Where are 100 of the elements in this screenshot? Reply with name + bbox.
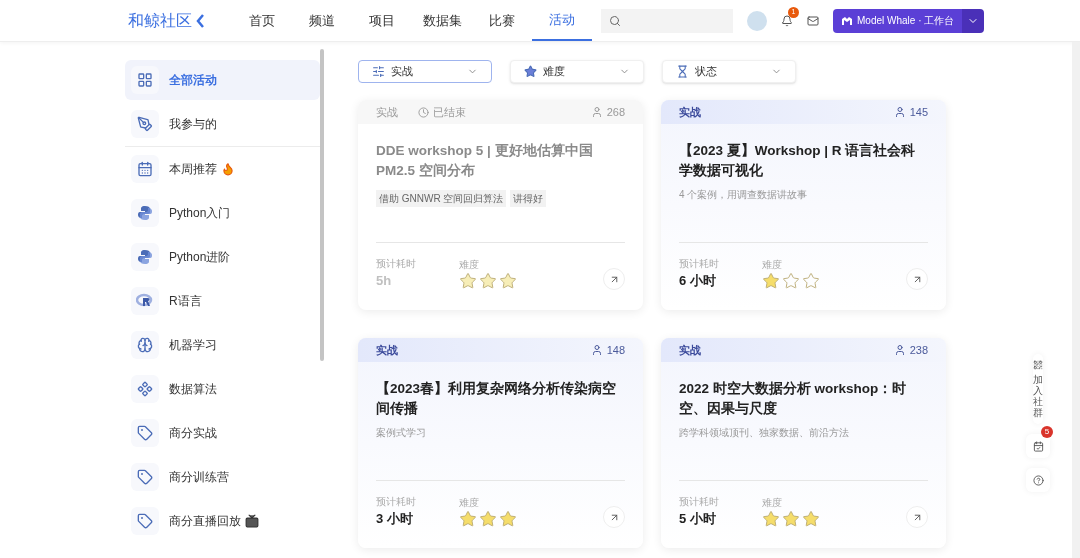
time-label: 预计耗时 [679, 256, 720, 271]
grid-icon [137, 72, 153, 88]
calendar-icon[interactable] [1032, 440, 1044, 452]
workbench-dropdown-button[interactable] [962, 8, 985, 33]
category-tag: 实战 [376, 341, 398, 359]
fire-icon [221, 162, 235, 176]
topic-tag: 讲得好 [510, 190, 547, 207]
star-icon [762, 510, 780, 528]
activity-card[interactable]: 实战 145 【2023 夏】Workshop | R 语言社会科学数据可视化 4 个案例，用调查数据讲故事 预计耗时 6 小时 难度 [661, 100, 946, 310]
site-logo[interactable]: 和鲸社区 [128, 8, 192, 33]
nav-tab[interactable]: 比赛 [472, 0, 532, 41]
open-button[interactable] [603, 506, 625, 528]
workbench-button[interactable]: Model Whale · 工作台 [833, 8, 963, 33]
filter-dropdown[interactable]: 实战 [358, 60, 492, 83]
nav-tab[interactable]: 活动 [532, 0, 592, 41]
nodes-icon [137, 381, 153, 397]
activity-card[interactable]: 实战 238 2022 时空大数据分析 workshop：时空、因果与尺度 跨学科领域顶刊、独家数据、前沿方法 预计耗时 5 小时 难度 [661, 338, 946, 548]
star-icon [782, 272, 800, 290]
star-icon [459, 272, 477, 290]
open-button[interactable] [906, 268, 928, 290]
participant-count: 145 [909, 104, 928, 120]
difficulty-label: 难度 [459, 258, 480, 272]
category-tag: 实战 [679, 341, 701, 359]
star-icon [499, 272, 517, 290]
star-icon [802, 510, 820, 528]
join-group-button[interactable]: 加入社群 [1033, 354, 1043, 424]
sidebar-item[interactable]: 我参与的 [125, 104, 320, 144]
nav-tab[interactable]: 频道 [292, 0, 352, 41]
calendar-badge: 5 [1041, 426, 1053, 438]
topic-tag: 借助 GNNWR 空间回归算法 [376, 190, 507, 207]
nav-tab[interactable]: 首页 [232, 0, 292, 41]
sidebar-label: 全部活动 [169, 72, 217, 89]
activity-card[interactable]: 实战 148 【2023春】利用复杂网络分析传染病空间传播 案例式学习 预计耗时 3 小时 难度 [358, 338, 643, 548]
python-icon [137, 249, 153, 265]
star-icon [524, 65, 537, 78]
time-value: 5 小时 [679, 509, 717, 528]
sidebar-item[interactable]: 商分直播回放 [125, 501, 320, 541]
person-icon [590, 344, 603, 356]
open-button[interactable] [603, 268, 625, 290]
tag-icon [137, 513, 153, 529]
participant-count: 148 [606, 342, 625, 358]
difficulty-label: 难度 [459, 496, 480, 510]
r-logo-icon [136, 293, 154, 309]
sidebar-item[interactable]: 机器学习 [125, 325, 320, 365]
star-icon [479, 510, 497, 528]
time-value: 5h [376, 271, 393, 290]
sidebar-label: R语言 [169, 293, 202, 310]
participant-count: 268 [606, 104, 625, 120]
sidebar-item[interactable]: 商分实战 [125, 413, 320, 453]
sidebar-label: 商分直播回放 [169, 513, 241, 530]
card-subtitle: 4 个案例，用调查数据讲故事 [679, 188, 809, 202]
join-group-label: 加入社群 [1033, 374, 1043, 418]
hourglass-icon [676, 65, 689, 78]
search-icon [609, 14, 621, 27]
sidebar-item[interactable]: 商分训练营 [125, 457, 320, 497]
pen-icon [137, 116, 153, 132]
notification-icon[interactable] [781, 14, 793, 27]
sidebar-item[interactable]: R语言 [125, 281, 320, 321]
time-value: 6 小时 [679, 271, 717, 290]
sidebar-scrollbar[interactable] [320, 49, 324, 361]
activity-card[interactable]: 实战 已结束 268 DDE workshop 5 | 更好地估算中国 PM2.5 空间分布 借助 GNNWR 空间回归算法 讲得好 预计耗时 5h 难度 [358, 100, 643, 310]
help-icon[interactable] [1032, 474, 1044, 486]
star-icon [802, 272, 820, 290]
time-label: 预计耗时 [376, 494, 417, 509]
star-icon [762, 272, 780, 290]
difficulty-label: 难度 [762, 258, 783, 272]
sidebar-item[interactable]: 全部活动 [125, 60, 320, 100]
star-icon [782, 510, 800, 528]
nav-tab[interactable]: 数据集 [412, 0, 472, 41]
brain-icon [137, 337, 153, 353]
tv-icon [245, 514, 259, 528]
category-tag: 实战 [679, 103, 701, 121]
person-icon [893, 106, 906, 118]
sidebar-label: 机器学习 [169, 337, 217, 354]
person-icon [590, 106, 603, 118]
sidebar-label: 本周推荐 [169, 161, 217, 178]
whale-logo-icon [841, 15, 853, 26]
qr-code-icon [1033, 360, 1043, 370]
card-title: DDE workshop 5 | 更好地估算中国 PM2.5 空间分布 [376, 142, 594, 180]
category-tag: 实战 [376, 103, 398, 121]
sidebar-item[interactable]: 数据算法 [125, 369, 320, 409]
sidebar-label: 商分训练营 [169, 469, 229, 486]
filter-dropdown[interactable]: 状态 [662, 60, 796, 83]
clock-icon [418, 106, 429, 118]
nav-tab[interactable]: 项目 [352, 0, 412, 41]
card-title: 【2023 夏】Workshop | R 语言社会科学数据可视化 [679, 142, 917, 180]
search-field[interactable] [601, 8, 733, 33]
filter-dropdown[interactable]: 难度 [510, 60, 644, 83]
card-subtitle: 案例式学习 [376, 426, 427, 440]
sidebar-item[interactable]: 本周推荐 [125, 149, 320, 189]
sidebar-item[interactable]: Python入门 [125, 193, 320, 233]
mail-icon[interactable] [807, 14, 819, 27]
tag-icon [137, 469, 153, 485]
sidebar-item[interactable]: Python进阶 [125, 237, 320, 277]
star-icon [499, 510, 517, 528]
open-button[interactable] [906, 506, 928, 528]
card-subtitle: 跨学科领域顶刊、独家数据、前沿方法 [679, 426, 850, 440]
sidebar-label: Python入门 [169, 205, 231, 222]
time-label: 预计耗时 [679, 494, 720, 509]
status-text: 已结束 [433, 104, 466, 120]
